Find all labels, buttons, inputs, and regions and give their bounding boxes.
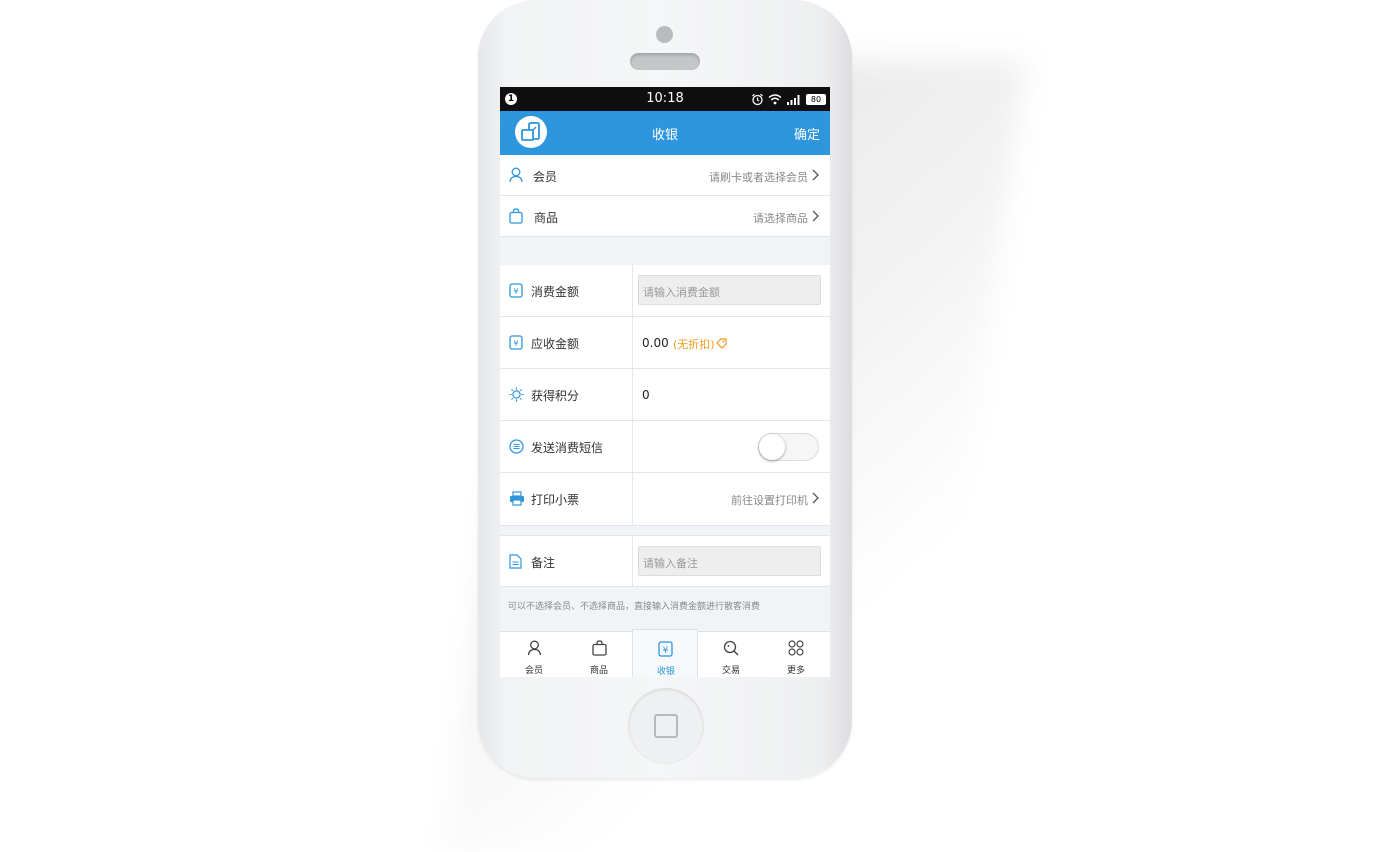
alarm-icon	[752, 93, 763, 105]
home-square-icon	[654, 714, 678, 738]
document-icon	[509, 554, 522, 569]
chevron-right-icon	[812, 492, 819, 504]
footnote-text: 可以不选择会员、不选择商品，直接输入消费金额进行散客消费	[508, 602, 761, 612]
user-icon	[527, 640, 542, 656]
page-title: 收银	[651, 128, 678, 143]
discount-tag-icon[interactable]	[716, 338, 727, 349]
svg-text:¥: ¥	[663, 646, 669, 656]
front-camera	[656, 26, 673, 43]
earpiece-speaker	[630, 53, 700, 70]
bottom-tab-bar: 会员 商品 ¥ 收银 交易 更多	[500, 629, 830, 677]
points-icon	[509, 387, 524, 402]
points-row: 获得积分 0	[500, 369, 830, 421]
discount-text: (无折扣)	[673, 338, 715, 351]
grid-icon	[788, 640, 804, 656]
receivable-value: 0.00	[642, 336, 669, 350]
points-label: 获得积分	[531, 389, 580, 403]
column-divider	[632, 421, 633, 472]
column-divider	[632, 536, 633, 586]
tab-transaction[interactable]: 交易	[698, 632, 764, 677]
confirm-button[interactable]: 确定	[794, 124, 820, 143]
column-divider	[632, 473, 633, 525]
tab-more[interactable]: 更多	[763, 632, 829, 677]
receivable-label: 应收金额	[531, 337, 580, 351]
product-selector-row[interactable]: 商品 请选择商品	[500, 196, 830, 237]
app-screen: 1 10:18 80 收银 确定 会员 请刷卡或者选择会员 商品 请选择商品 ¥…	[500, 87, 830, 677]
points-value: 0	[642, 388, 650, 402]
chevron-right-icon	[812, 169, 819, 181]
product-label: 商品	[534, 211, 559, 225]
tab-member[interactable]: 会员	[501, 632, 567, 677]
tab-label: 交易	[721, 666, 740, 676]
remark-label: 备注	[531, 556, 556, 570]
yuan-icon: ¥	[658, 641, 673, 657]
member-selector-row[interactable]: 会员 请刷卡或者选择会员	[500, 155, 830, 196]
member-label: 会员	[533, 170, 558, 184]
status-icons: 80	[751, 92, 826, 106]
tab-label: 商品	[589, 666, 608, 676]
svg-text:¥: ¥	[513, 339, 518, 348]
column-divider	[632, 369, 633, 420]
shopping-bag-icon	[509, 208, 523, 224]
tab-label: 会员	[524, 666, 543, 676]
consume-amount-label: 消费金额	[531, 285, 580, 299]
print-label: 打印小票	[531, 493, 580, 507]
printer-icon	[510, 491, 524, 506]
sms-label: 发送消费短信	[531, 441, 604, 455]
nav-bar: 收银 确定	[500, 111, 830, 155]
sms-toggle[interactable]	[758, 433, 819, 461]
receivable-row: ¥ 应收金额 0.00 (无折扣)	[500, 317, 830, 369]
member-hint: 请刷卡或者选择会员	[709, 171, 808, 184]
search-icon	[723, 640, 739, 656]
consume-amount-row: ¥ 消费金额 请输入消费金额	[500, 265, 830, 317]
wifi-icon	[768, 94, 782, 105]
home-button[interactable]	[628, 688, 704, 764]
tab-product[interactable]: 商品	[566, 632, 632, 677]
tab-label: 更多	[786, 666, 805, 676]
message-icon	[509, 439, 524, 454]
product-hint: 请选择商品	[753, 212, 808, 225]
tab-cashier[interactable]: ¥ 收银	[632, 629, 698, 677]
status-bar: 1 10:18 80	[500, 87, 830, 111]
sms-row: 发送消费短信	[500, 421, 830, 473]
yuan-icon: ¥	[509, 283, 523, 298]
toggle-knob	[759, 434, 785, 460]
svg-text:¥: ¥	[513, 287, 518, 296]
yuan-icon: ¥	[509, 335, 523, 350]
user-icon	[509, 167, 523, 183]
battery-indicator: 80	[806, 93, 826, 105]
chevron-right-icon	[812, 210, 819, 222]
print-row[interactable]: 打印小票 前往设置打印机	[500, 473, 830, 526]
remark-row: 备注 请输入备注	[500, 535, 830, 587]
signal-icon	[787, 94, 800, 105]
print-hint: 前往设置打印机	[731, 494, 808, 507]
remark-input[interactable]: 请输入备注	[638, 546, 821, 576]
column-divider	[632, 265, 633, 316]
consume-amount-input[interactable]: 请输入消费金额	[638, 275, 821, 305]
shopping-bag-icon	[592, 640, 607, 656]
tab-label: 收银	[656, 667, 675, 677]
column-divider	[632, 317, 633, 368]
